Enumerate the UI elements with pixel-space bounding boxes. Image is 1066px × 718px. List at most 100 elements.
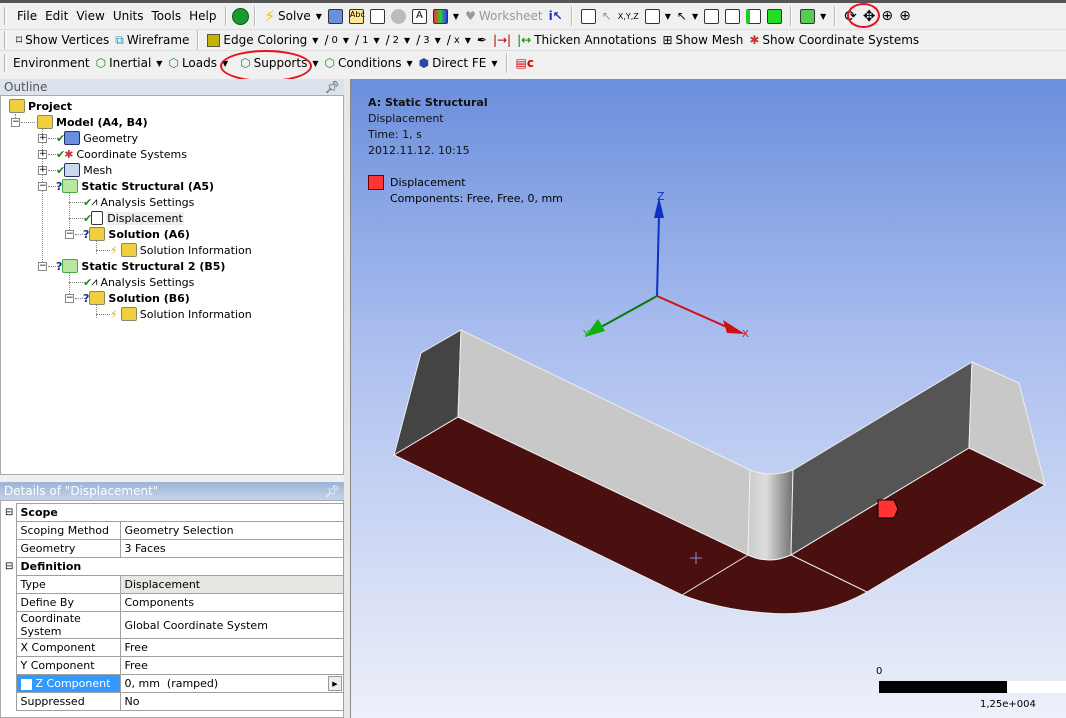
axis-label-y: Y [582,329,590,340]
pointer-icon[interactable]: ↖ [677,9,687,23]
parameter-checkbox[interactable] [20,678,32,690]
select-body-icon[interactable] [767,8,783,24]
select-mode-icon[interactable] [644,8,660,24]
wireframe-button[interactable]: ⧉ Wireframe [112,33,192,48]
tree-item-static-structural-b5[interactable]: ? Static Structural 2 (B5) [56,258,225,274]
collapse-model[interactable]: − [11,118,20,127]
menu-file[interactable]: File [13,9,41,23]
toolbar-grip[interactable] [4,54,7,72]
image-icon[interactable] [432,8,448,24]
pin-icon[interactable]: ✒ [477,33,487,47]
tree-item-coordinate-systems[interactable]: ✔ ✱ Coordinate Systems [56,146,187,162]
info-select-button[interactable]: i↖ [546,9,566,23]
pin-icon[interactable]: 📌︎ [325,482,340,500]
collapse-solution-a6[interactable]: − [65,230,74,239]
select-edge-icon[interactable] [725,8,741,24]
tree-item-solution-a6[interactable]: ? Solution (A6) [83,226,190,242]
geometry-value[interactable]: 3 Faces [119,539,344,558]
edge-x-button[interactable]: / x ▼ [444,33,474,47]
detail-row: Geometry 3 Faces [3,539,344,558]
details-header: Details of "Displacement" 📌︎ [0,482,344,500]
tree-item-displacement[interactable]: ✔ Displacement [83,210,184,226]
commands-icon[interactable]: ▤c [516,56,534,70]
edge-coloring-icon [207,33,221,47]
conditions-button[interactable]: ⬡ Conditions ▼ [321,56,415,70]
box-zoom-icon[interactable]: ⊕ [899,8,911,24]
check-icon[interactable] [232,7,250,25]
select-label-icon[interactable] [580,8,596,24]
edge-3-button[interactable]: /3 ▼ [413,33,444,47]
collapse-solution-b6[interactable]: − [65,294,74,303]
edge-1-button[interactable]: /1 ▼ [352,33,383,47]
detail-row: Define By Components [3,593,344,612]
worksheet-button[interactable]: ♥ Worksheet [462,9,545,23]
select-xyz-icon[interactable]: X,Y,Z [618,12,639,21]
select-disabled-icon[interactable]: ↖ [602,9,612,23]
comment-icon[interactable] [390,8,406,24]
tree-item-geometry[interactable]: ✔ Geometry [56,130,138,146]
collapse-static-structural-a5[interactable]: − [38,182,47,191]
direct-fe-button[interactable]: ⬢ Direct FE ▼ [416,56,501,70]
z-component-value[interactable]: 0, mm (ramped) ▶ [119,674,344,693]
label-abc-icon[interactable]: Abc [348,8,365,24]
detail-row: Type Displacement [3,575,344,594]
thicken-annotations-button[interactable]: |↔ Thicken Annotations [514,33,659,47]
axis-label-x: X [742,329,749,340]
tree-item-model[interactable]: Model (A4, B4) [37,114,148,130]
x-component-value[interactable]: Free [119,638,344,657]
expand-mesh[interactable]: + [38,166,47,175]
menu-view[interactable]: View [72,9,108,23]
graphics-options-toolbar: ⌑ Show Vertices ⧉ Wireframe Edge Coloring ▼… [0,30,1066,51]
toolbar-grip[interactable] [4,31,7,49]
suppressed-value[interactable]: No [119,692,344,711]
y-component-value[interactable]: Free [119,656,344,675]
graphics-viewport[interactable]: Z X Y A: Static Structural Displacement … [350,79,1066,718]
select-face-icon[interactable] [746,8,762,24]
pin-icon[interactable]: 📌︎ [325,79,340,95]
collapse-static-structural-b5[interactable]: − [38,262,47,271]
expand-coordinate-systems[interactable]: + [38,150,47,159]
expand-geometry[interactable]: + [38,134,47,143]
show-coordinate-systems-button[interactable]: ✱ Show Coordinate Systems [746,33,922,47]
flyout-arrow-button[interactable]: ▶ [328,676,342,691]
tree-item-mesh[interactable]: ✔ Mesh [56,162,112,178]
edge-2-button[interactable]: /2 ▼ [383,33,414,47]
time-label: Time: 1, s [368,128,422,141]
solve-button[interactable]: ⚡ Solve ▼ [261,7,324,25]
coordinate-system-icon: ✱ [749,33,760,47]
edge-coloring-button[interactable]: Edge Coloring ▼ [204,33,321,47]
menu-units[interactable]: Units [109,9,148,23]
text-icon[interactable]: A [411,8,427,24]
show-vertices-button[interactable]: ⌑ Show Vertices [13,33,112,47]
tree-item-analysis-settings-b[interactable]: ✔ ⩘ Analysis Settings [83,274,194,290]
zoom-icon[interactable]: ⊕ [881,8,893,24]
tree-item-solution-b6[interactable]: ? Solution (B6) [83,290,190,306]
edge-0-button[interactable]: /0 ▼ [321,33,352,47]
menu-help[interactable]: Help [185,9,220,23]
toolbar-grip[interactable] [4,7,7,25]
menu-edit[interactable]: Edit [41,9,72,23]
detail-row-selected: Z Component 0, mm (ramped) ▶ [3,674,344,693]
select-vertex-icon[interactable] [704,8,720,24]
tree-item-analysis-settings-a[interactable]: ✔ ⩘ Analysis Settings [83,194,194,210]
tree-item-project[interactable]: Project [9,98,72,114]
tree-item-static-structural-a5[interactable]: ? Static Structural (A5) [56,178,214,194]
scoping-method-value[interactable]: Geometry Selection [119,521,344,540]
show-mesh-button[interactable]: ⊞ Show Mesh [659,33,746,47]
tree-item-solution-information-a[interactable]: ⚡ Solution Information [110,242,252,258]
coordinate-system-value[interactable]: Global Coordinate System [119,611,344,639]
collapse-scope[interactable]: ⊟ [3,504,16,522]
probe-icon[interactable] [327,8,343,24]
displacement-marker [877,499,899,519]
define-by-value[interactable]: Components [119,593,344,612]
tree-item-solution-information-b[interactable]: ⚡ Solution Information [110,306,252,322]
z-component-label[interactable]: Z Component [15,674,121,693]
solution-icon [89,227,106,241]
thin-annotations-icon[interactable]: |→| [493,33,511,47]
inertial-button[interactable]: ⬡ Inertial ▼ [93,56,166,70]
chart-icon[interactable] [369,8,385,24]
collapse-definition[interactable]: ⊟ [3,558,16,576]
detail-row: Suppressed No [3,692,344,711]
extend-selection-icon[interactable] [800,8,816,24]
menu-tools[interactable]: Tools [148,9,186,23]
